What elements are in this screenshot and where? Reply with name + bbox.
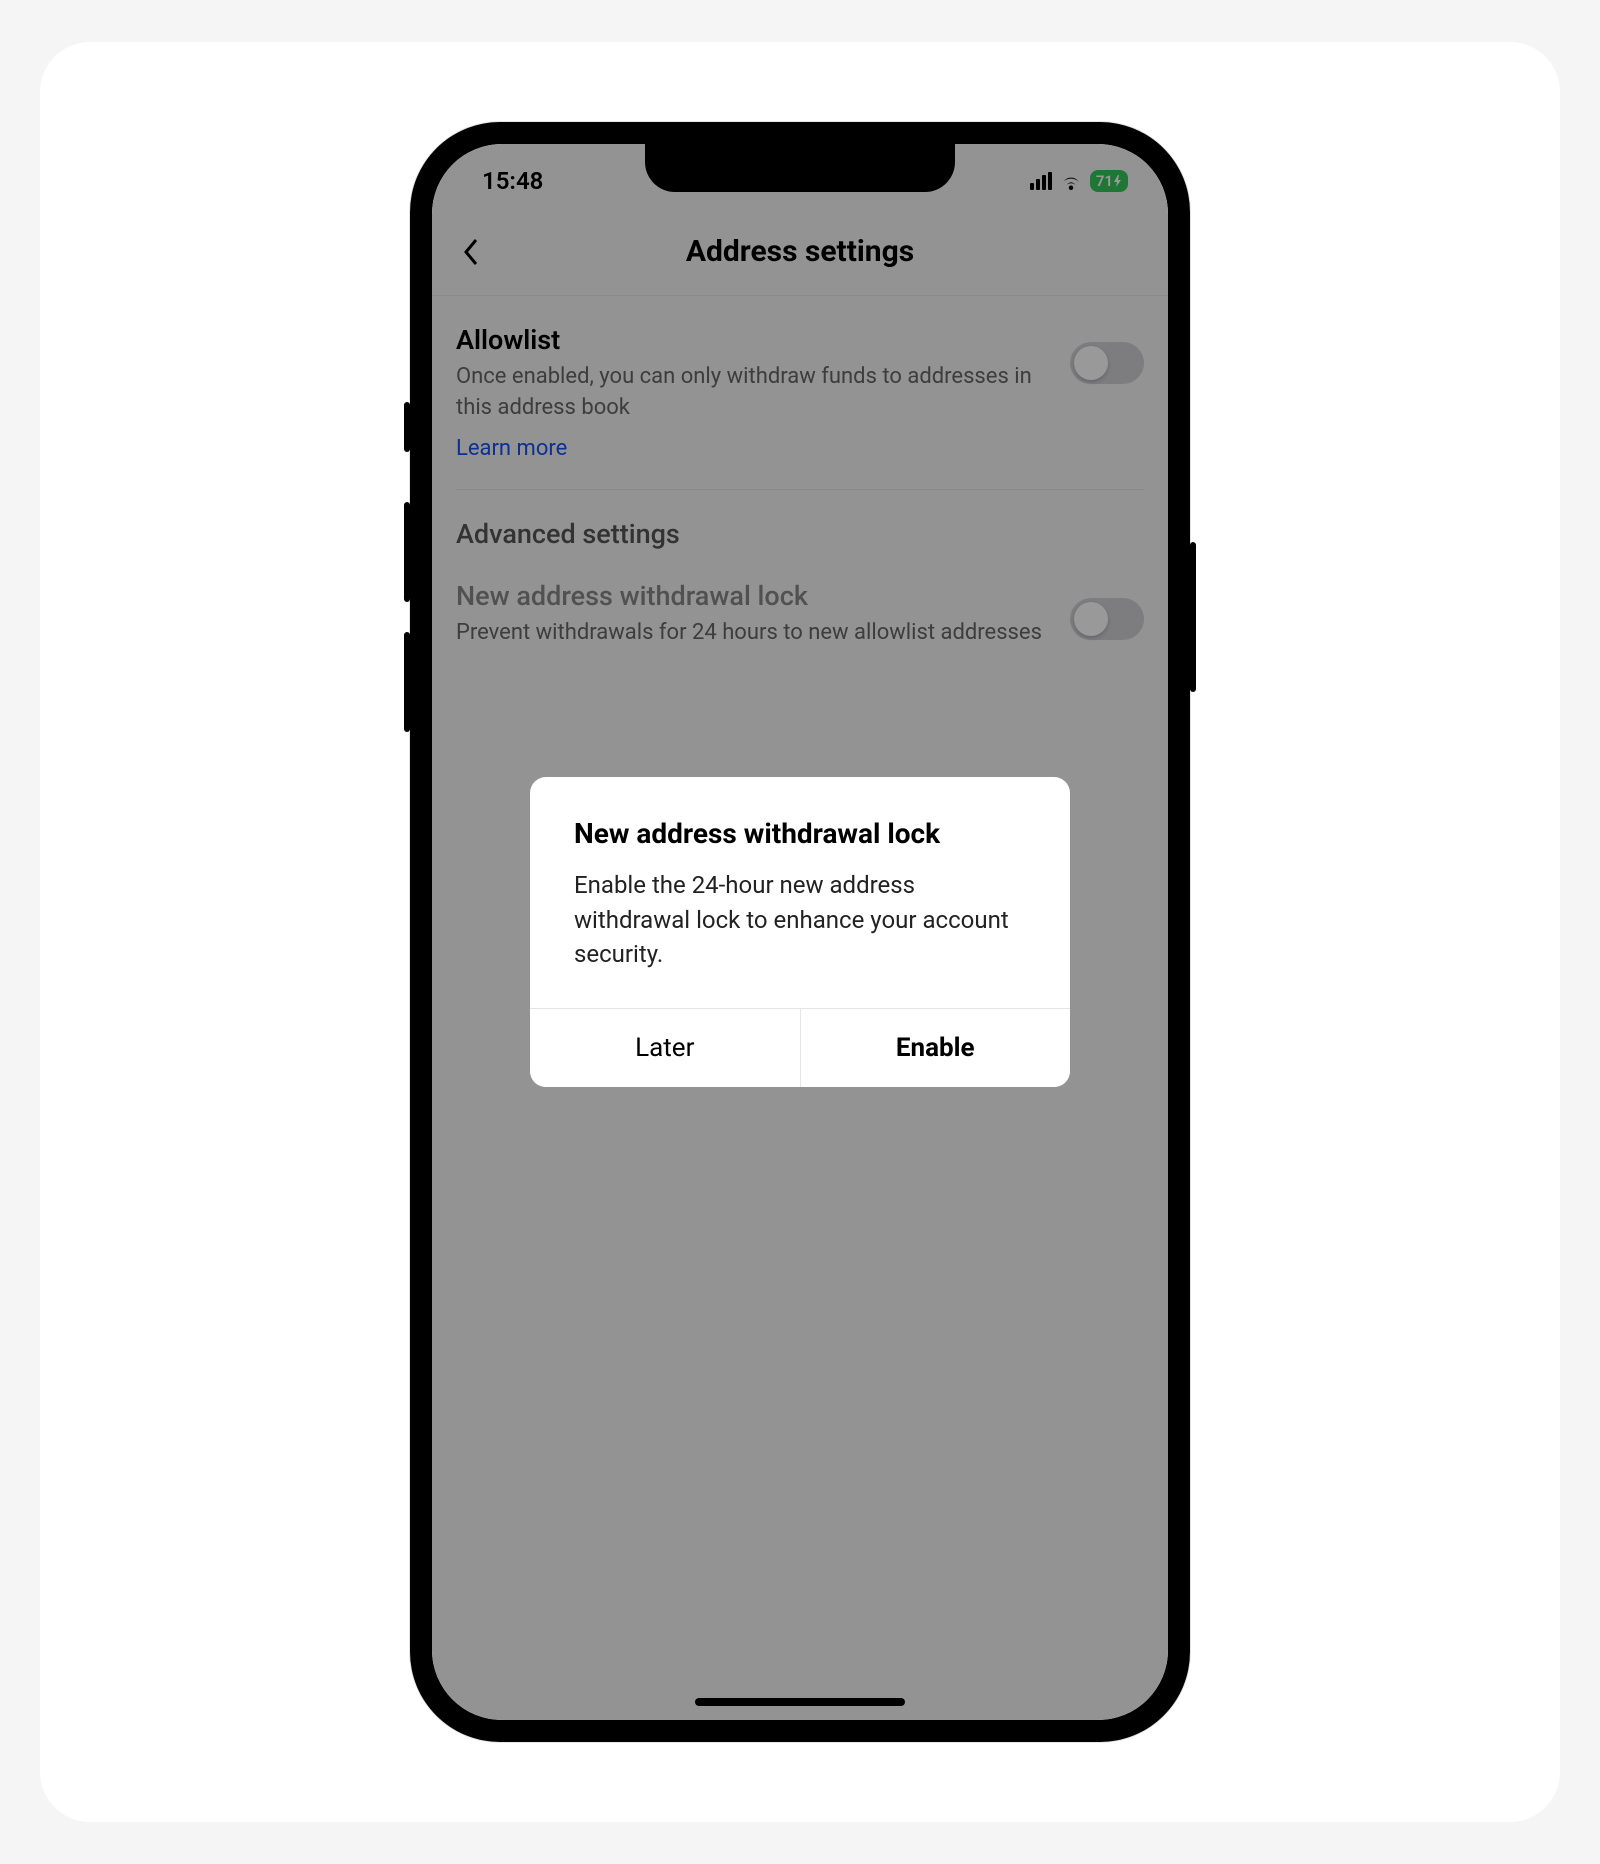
phone-notch <box>645 144 955 192</box>
power-button <box>1190 542 1196 692</box>
modal-body: Enable the 24-hour new address withdrawa… <box>574 868 1026 972</box>
modal-title: New address withdrawal lock <box>574 817 1026 850</box>
phone-frame: 15:48 71 <box>410 122 1190 1742</box>
home-indicator[interactable] <box>695 1698 905 1706</box>
page-container: 15:48 71 <box>40 42 1560 1822</box>
mute-switch <box>404 402 410 452</box>
volume-down-button <box>404 632 410 732</box>
enable-button[interactable]: Enable <box>800 1009 1071 1087</box>
volume-up-button <box>404 502 410 602</box>
modal-container: New address withdrawal lock Enable the 2… <box>432 144 1168 1720</box>
later-button[interactable]: Later <box>530 1009 800 1087</box>
modal-content: New address withdrawal lock Enable the 2… <box>530 777 1070 1008</box>
modal-buttons: Later Enable <box>530 1008 1070 1087</box>
withdrawal-lock-modal: New address withdrawal lock Enable the 2… <box>530 777 1070 1087</box>
phone-screen: 15:48 71 <box>432 144 1168 1720</box>
